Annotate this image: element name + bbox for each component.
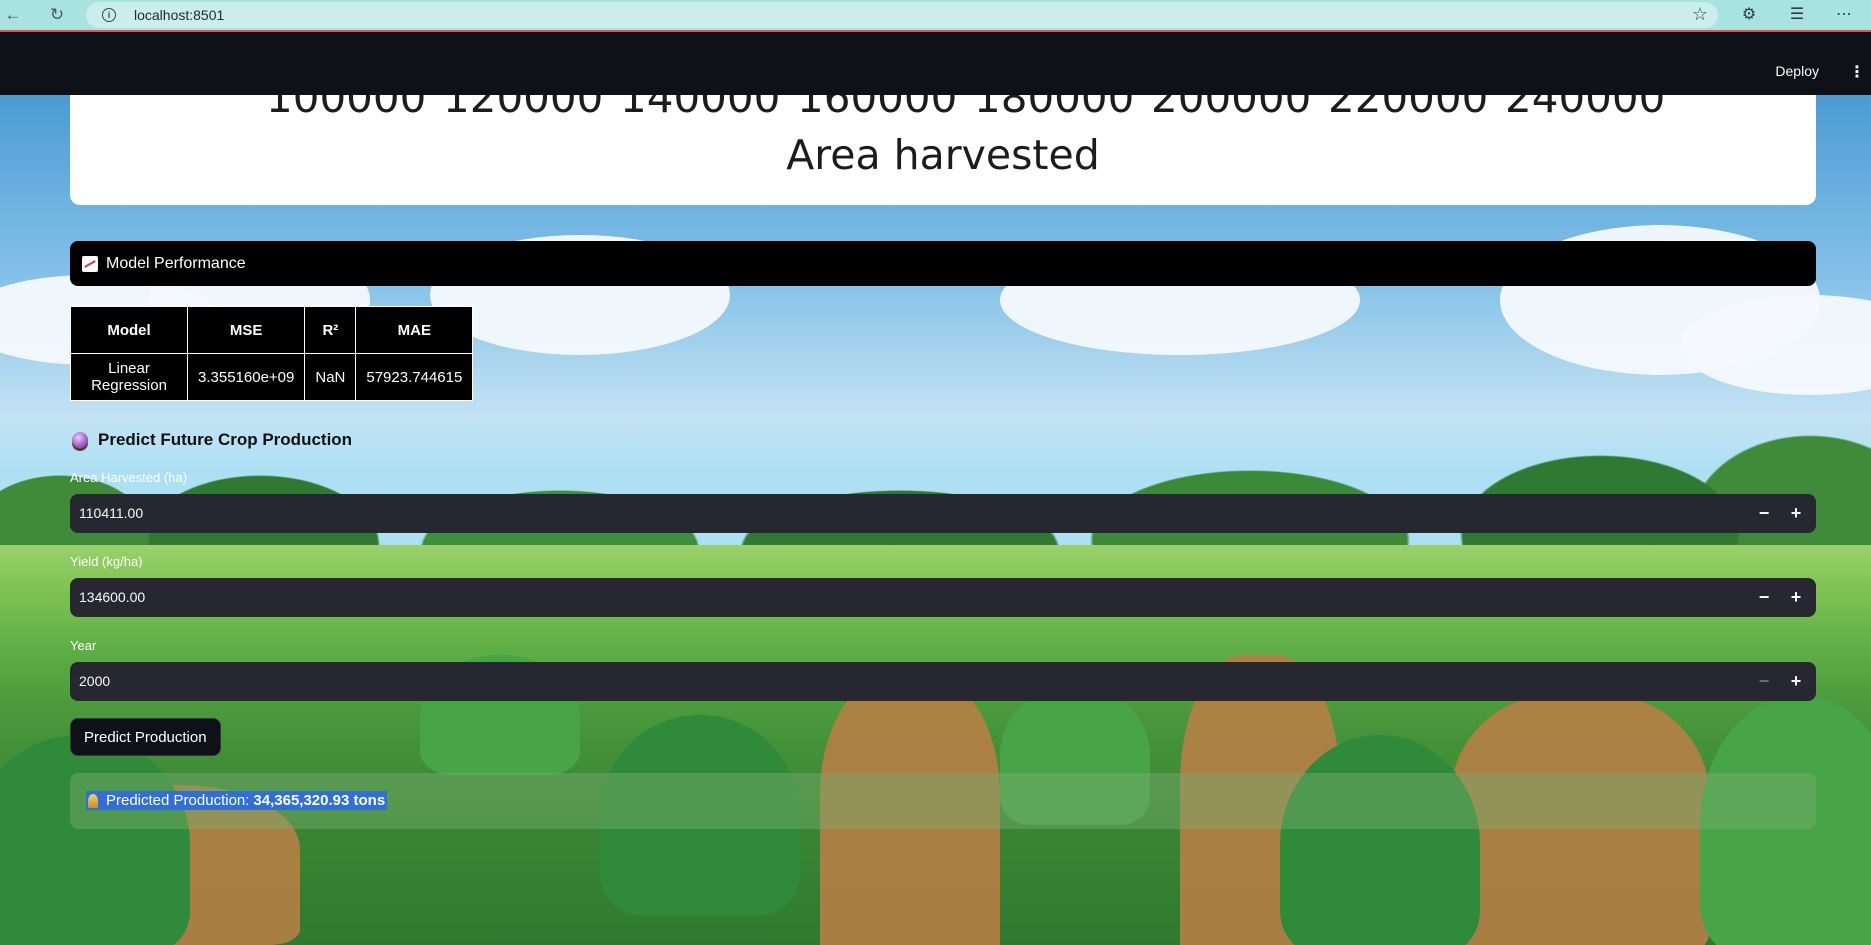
area-decrement-button[interactable]: − <box>1750 499 1778 527</box>
x-tick-label: 240000 <box>1505 95 1666 122</box>
wheat-icon <box>88 793 98 808</box>
performance-table: Model MSE R² MAE Linear Regression 3.355… <box>70 306 474 401</box>
more-icon[interactable]: ⋯ <box>1831 2 1857 28</box>
app-header: Deploy ⋮ <box>0 32 1871 95</box>
yield-decrement-button[interactable]: − <box>1750 583 1778 611</box>
predict-production-button[interactable]: Predict Production <box>70 718 221 756</box>
chart-card: 100000 120000 140000 160000 180000 200000 2200… <box>70 95 1816 205</box>
area-label: Area Harvested (ha) <box>70 470 188 485</box>
x-tick-label: 160000 <box>797 95 958 122</box>
x-tick-label: 180000 <box>974 95 1135 122</box>
table-row: Linear Regression 3.355160e+09 NaN 57923… <box>70 353 474 401</box>
column-header: MSE <box>186 306 306 354</box>
year-input[interactable]: 2000 − + <box>70 662 1816 701</box>
year-value[interactable]: 2000 <box>79 673 110 689</box>
x-tick-label: 140000 <box>620 95 781 122</box>
reload-icon[interactable]: ↻ <box>44 2 70 28</box>
deploy-button[interactable]: Deploy <box>1775 63 1819 79</box>
model-performance-header[interactable]: Model Performance <box>70 241 1816 286</box>
favorites-icon[interactable]: ☰ <box>1784 2 1810 28</box>
predict-title: Predict Future Crop Production <box>98 430 353 449</box>
table-cell: Linear Regression <box>70 353 188 401</box>
yield-input[interactable]: 134600.00 − + <box>70 578 1816 617</box>
crystal-ball-icon <box>72 432 88 448</box>
x-axis-label: Area harvested <box>786 131 1100 179</box>
prediction-result-box: Predicted Production: 34,365,320.93 tons <box>70 773 1816 829</box>
section-title: Model Performance <box>106 254 246 272</box>
table-cell: 3.355160e+09 <box>186 353 306 401</box>
address-bar[interactable]: i localhost:8501 ☆ <box>86 2 1718 28</box>
back-icon[interactable]: ← <box>0 2 26 28</box>
result-prefix: Predicted Production: <box>106 792 250 809</box>
url-text[interactable]: localhost:8501 <box>134 7 224 23</box>
kebab-menu-icon[interactable]: ⋮ <box>1849 62 1865 82</box>
area-value[interactable]: 110411.00 <box>79 505 143 521</box>
area-harvested-input[interactable]: 110411.00 − + <box>70 494 1816 533</box>
chart-increasing-icon <box>82 255 98 272</box>
yield-value[interactable]: 134600.00 <box>79 589 145 605</box>
year-increment-button[interactable]: + <box>1782 667 1810 695</box>
x-axis-ticks: 100000 120000 140000 160000 180000 200000 2200… <box>70 95 1816 123</box>
x-tick-label: 220000 <box>1328 95 1489 122</box>
favorite-star-icon[interactable]: ☆ <box>1692 4 1708 25</box>
extensions-icon[interactable]: ⚙ <box>1736 2 1762 28</box>
area-increment-button[interactable]: + <box>1782 499 1810 527</box>
x-tick-label: 120000 <box>443 95 604 122</box>
result-value: 34,365,320.93 tons <box>253 792 386 809</box>
yield-label: Yield (kg/ha) <box>70 554 143 569</box>
column-header: MAE <box>355 306 474 354</box>
column-header: R² <box>304 306 357 354</box>
browser-toolbar: ← ↻ i localhost:8501 ☆ ⚙ ☰ ⋯ <box>0 0 1871 32</box>
site-info-icon[interactable]: i <box>102 8 116 22</box>
table-cell: 57923.744615 <box>355 353 474 401</box>
yield-increment-button[interactable]: + <box>1782 583 1810 611</box>
predict-heading: Predict Future Crop Production <box>72 430 352 450</box>
x-tick-label: 100000 <box>266 95 427 122</box>
table-cell: NaN <box>304 353 357 401</box>
prediction-result: Predicted Production: 34,365,320.93 tons <box>86 791 388 810</box>
column-header: Model <box>70 306 188 354</box>
year-decrement-button[interactable]: − <box>1750 667 1778 695</box>
x-tick-label: 200000 <box>1151 95 1312 122</box>
year-label: Year <box>70 638 97 653</box>
